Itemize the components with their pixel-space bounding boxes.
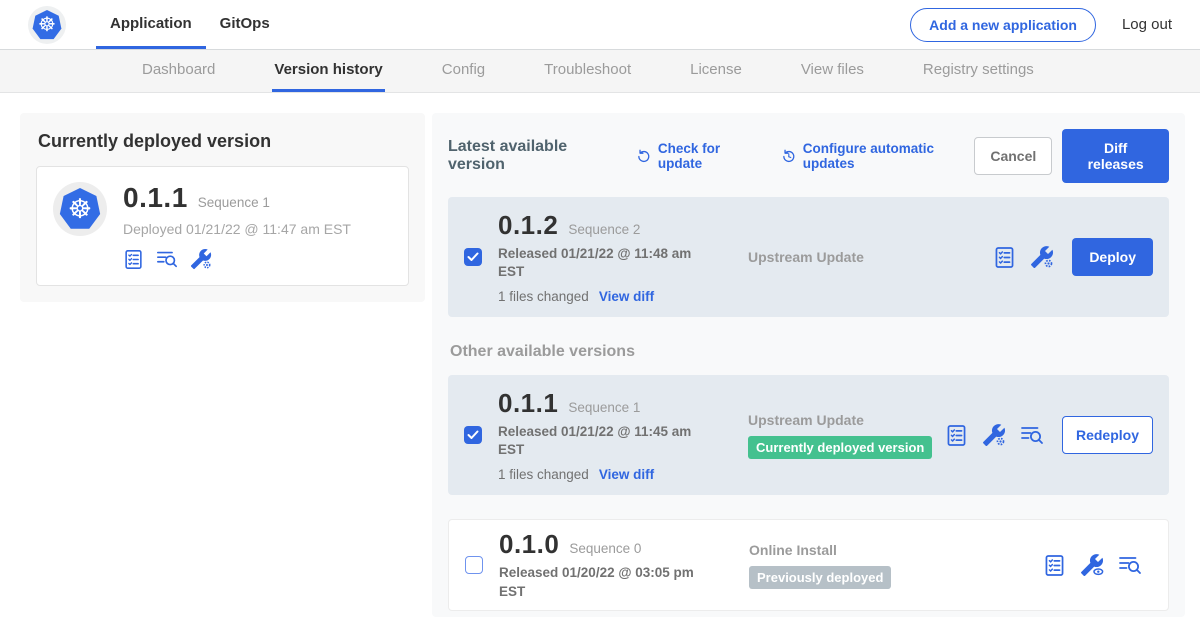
deploy-logs-icon[interactable] (156, 248, 178, 270)
sequence-label: Sequence 0 (569, 541, 641, 556)
released-timestamp: Released 01/21/22 @ 11:45 am EST (498, 423, 696, 459)
clock-refresh-icon (781, 148, 797, 165)
tab-application[interactable]: Application (96, 0, 206, 49)
redeploy-button[interactable]: Redeploy (1062, 416, 1153, 454)
version-row-0-1-0: 0.1.0 Sequence 0 Released 01/20/22 @ 03:… (448, 519, 1169, 611)
check-for-update-link[interactable]: Check for update (636, 141, 759, 171)
subnav-troubleshoot[interactable]: Troubleshoot (542, 50, 633, 92)
configure-automatic-updates-link[interactable]: Configure automatic updates (781, 141, 974, 171)
currently-deployed-title: Currently deployed version (38, 131, 409, 152)
deploy-button[interactable]: Deploy (1072, 238, 1153, 276)
cancel-button[interactable]: Cancel (974, 137, 1052, 175)
currently-deployed-card: Currently deployed version ☸ 0.1.1 Seque… (20, 113, 425, 302)
tab-gitops[interactable]: GitOps (206, 0, 284, 49)
deployed-timestamp: Deployed 01/21/22 @ 11:47 am EST (123, 221, 351, 237)
edit-config-icon[interactable] (1030, 245, 1054, 269)
preflight-checks-icon[interactable] (123, 249, 144, 270)
application-logo: ☸ (53, 182, 107, 236)
sequence-label: Sequence 1 (568, 400, 640, 415)
subnav-dashboard[interactable]: Dashboard (140, 50, 217, 92)
main-content: Currently deployed version ☸ 0.1.1 Seque… (0, 93, 1200, 634)
refresh-icon (636, 148, 652, 165)
deploy-logs-icon[interactable] (1118, 553, 1142, 577)
latest-available-title: Latest available version (448, 138, 614, 174)
subnav-version-history[interactable]: Version history (272, 50, 384, 92)
version-row-0-1-1: 0.1.1 Sequence 1 Released 01/21/22 @ 11:… (448, 375, 1169, 495)
diff-releases-button[interactable]: Diff releases (1062, 129, 1169, 183)
subnav-registry-settings[interactable]: Registry settings (921, 50, 1036, 92)
deployed-version-card: ☸ 0.1.1 Sequence 1 Deployed 01/21/22 @ 1… (36, 166, 409, 286)
view-config-icon[interactable] (1080, 553, 1104, 577)
add-application-button[interactable]: Add a new application (910, 8, 1096, 42)
view-diff-link[interactable]: View diff (599, 289, 654, 304)
previously-deployed-badge: Previously deployed (749, 566, 891, 589)
logout-button[interactable]: Log out (1122, 16, 1172, 33)
view-diff-link[interactable]: View diff (599, 467, 654, 482)
top-tabs: Application GitOps (96, 0, 284, 49)
check-icon (467, 430, 479, 440)
subnav-config[interactable]: Config (440, 50, 487, 92)
app-logo: ☸ (28, 6, 66, 44)
subnav-license[interactable]: License (688, 50, 744, 92)
currently-deployed-badge: Currently deployed version (748, 436, 932, 459)
preflight-checks-icon[interactable] (993, 246, 1016, 269)
deployed-sequence-label: Sequence 1 (198, 195, 270, 210)
version-source-label: Online Install (749, 542, 1043, 558)
files-changed-label: 1 files changed (498, 467, 589, 482)
kubernetes-icon: ☸ (32, 10, 62, 40)
version-number: 0.1.2 (498, 210, 558, 241)
version-source-label: Upstream Update (748, 249, 993, 265)
released-timestamp: Released 01/21/22 @ 11:48 am EST (498, 245, 696, 281)
top-nav: ☸ Application GitOps Add a new applicati… (0, 0, 1200, 50)
version-select-checkbox[interactable] (464, 248, 482, 266)
deploy-logs-icon[interactable] (1020, 423, 1044, 447)
sequence-label: Sequence 2 (568, 222, 640, 237)
released-timestamp: Released 01/20/22 @ 03:05 pm EST (499, 564, 697, 600)
version-number: 0.1.0 (499, 529, 559, 560)
panel-header: Latest available version Check for updat… (448, 129, 1169, 183)
version-history-panel: Latest available version Check for updat… (432, 113, 1185, 617)
version-select-checkbox[interactable] (464, 426, 482, 444)
deployed-version-number: 0.1.1 (123, 182, 188, 214)
edit-config-icon[interactable] (982, 423, 1006, 447)
top-nav-right: Add a new application Log out (910, 0, 1200, 49)
files-changed-label: 1 files changed (498, 289, 589, 304)
version-number: 0.1.1 (498, 388, 558, 419)
other-available-versions-title: Other available versions (450, 343, 1169, 361)
edit-config-icon[interactable] (190, 248, 212, 270)
version-select-checkbox[interactable] (465, 556, 483, 574)
check-icon (467, 252, 479, 262)
app-sub-nav: Dashboard Version history Config Trouble… (0, 50, 1200, 93)
preflight-checks-icon[interactable] (945, 424, 968, 447)
version-source-label: Upstream Update (748, 412, 945, 428)
preflight-checks-icon[interactable] (1043, 554, 1066, 577)
version-row-0-1-2: 0.1.2 Sequence 2 Released 01/21/22 @ 11:… (448, 197, 1169, 317)
subnav-view-files[interactable]: View files (799, 50, 866, 92)
kubernetes-icon: ☸ (59, 188, 101, 230)
